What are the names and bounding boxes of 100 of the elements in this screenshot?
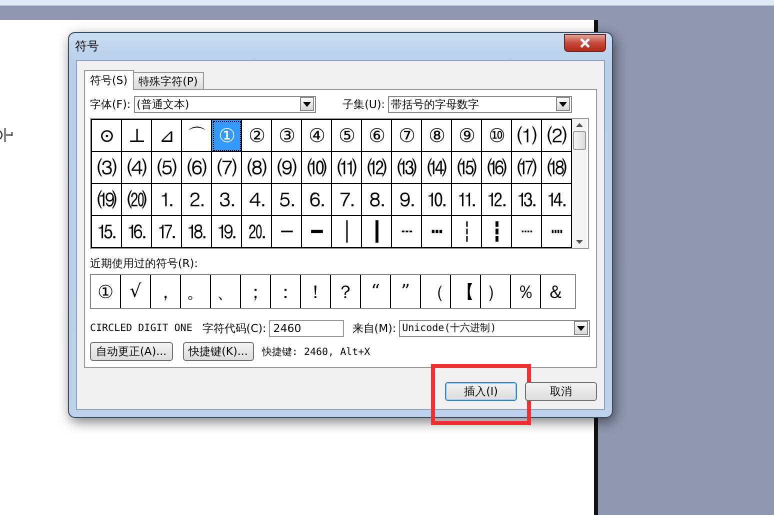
- symbol-cell[interactable]: ⑼: [272, 152, 302, 184]
- symbol-cell[interactable]: ⑦: [392, 120, 422, 152]
- recent-symbol-cell[interactable]: （: [421, 275, 451, 308]
- recent-symbol-cell[interactable]: ：: [271, 275, 301, 308]
- symbol-cell[interactable]: ⒊: [212, 184, 242, 216]
- symbol-cell[interactable]: ⒋: [242, 184, 272, 216]
- dialog-button[interactable]: 快捷键(K)...: [182, 342, 254, 361]
- symbol-cell[interactable]: ⑩: [482, 120, 512, 152]
- caret-icon: [302, 102, 311, 106]
- symbol-cell[interactable]: ⒀: [392, 152, 422, 184]
- symbol-cell[interactable]: ⒇: [122, 184, 152, 216]
- symbol-cell[interactable]: ⒃: [482, 152, 512, 184]
- symbol-cell[interactable]: ④: [302, 120, 332, 152]
- scroll-down-icon[interactable]: [576, 240, 583, 244]
- char-code-field[interactable]: 2460: [269, 320, 344, 336]
- caret-icon: [577, 326, 585, 330]
- symbol-cell[interactable]: ⒚: [212, 216, 242, 248]
- symbol-cell[interactable]: ⒘: [152, 216, 182, 248]
- symbol-cell[interactable]: ┆: [452, 216, 482, 248]
- char-code-label: 字符代码(C):: [202, 320, 266, 336]
- symbol-cell[interactable]: ⑾: [332, 152, 362, 184]
- symbol-cell[interactable]: ⒍: [302, 184, 332, 216]
- symbol-cell[interactable]: ⒌: [272, 184, 302, 216]
- symbol-cell[interactable]: ⑤: [332, 120, 362, 152]
- from-dropdown[interactable]: Unicode(十六进制): [399, 320, 590, 336]
- recent-symbol-cell[interactable]: 、: [211, 275, 241, 308]
- symbol-cell[interactable]: ┄: [392, 216, 422, 248]
- symbol-cell[interactable]: ⒖: [92, 216, 122, 248]
- symbol-cell[interactable]: ⑧: [422, 120, 452, 152]
- character-name: CIRCLED DIGIT ONE: [90, 322, 194, 334]
- symbol-cell[interactable]: ⒈: [152, 184, 182, 216]
- symbol-cell[interactable]: ┃: [362, 216, 392, 248]
- symbol-cell[interactable]: ⑷: [122, 152, 152, 184]
- font-label: 字体(F):: [90, 96, 131, 112]
- symbol-cell[interactable]: ⒄: [512, 152, 542, 184]
- symbol-cell[interactable]: ⑴: [512, 120, 542, 152]
- recent-symbol-cell[interactable]: ＆: [541, 275, 570, 308]
- symbol-cell[interactable]: ⑨: [452, 120, 482, 152]
- symbol-cell[interactable]: ⊥: [122, 120, 152, 152]
- scrollbar[interactable]: [572, 119, 587, 248]
- symbol-cell[interactable]: ⑽: [302, 152, 332, 184]
- scrollbar-thumb[interactable]: [573, 131, 586, 150]
- recent-symbol-cell[interactable]: ）: [481, 275, 511, 308]
- symbol-cell[interactable]: ⒁: [422, 152, 452, 184]
- symbol-cell[interactable]: ─: [272, 216, 302, 248]
- recent-symbol-cell[interactable]: √: [121, 275, 151, 308]
- symbol-cell[interactable]: ⒗: [122, 216, 152, 248]
- symbol-cell[interactable]: ⒎: [332, 184, 362, 216]
- symbol-cell[interactable]: ⒐: [392, 184, 422, 216]
- dialog-button[interactable]: 取消: [525, 382, 597, 401]
- recent-symbol-cell[interactable]: ①: [91, 275, 121, 308]
- symbol-cell[interactable]: ⑹: [182, 152, 212, 184]
- symbol-cell[interactable]: ⒏: [362, 184, 392, 216]
- symbol-cell[interactable]: ⑸: [152, 152, 182, 184]
- recent-symbol-cell[interactable]: ！: [301, 275, 331, 308]
- text-cursor-icon: [0, 127, 14, 143]
- symbol-cell[interactable]: ③: [272, 120, 302, 152]
- symbol-cell[interactable]: ⑥: [362, 120, 392, 152]
- tab[interactable]: 特殊字符(P): [132, 72, 204, 89]
- dialog-button[interactable]: 插入(I): [445, 382, 517, 401]
- symbol-cell[interactable]: ⑶: [92, 152, 122, 184]
- symbol-cell[interactable]: ⒒: [452, 184, 482, 216]
- symbol-cell[interactable]: ②: [242, 120, 272, 152]
- recent-symbol-cell[interactable]: 【: [451, 275, 481, 308]
- dialog-button[interactable]: 自动更正(A)...: [90, 342, 173, 361]
- tab[interactable]: 符号(S): [84, 70, 134, 90]
- symbol-cell[interactable]: ⒛: [242, 216, 272, 248]
- subset-dropdown[interactable]: 带括号的字母数字: [388, 96, 572, 112]
- recent-symbols-label: 近期使用过的符号(R):: [90, 256, 199, 271]
- symbol-cell[interactable]: ⒑: [422, 184, 452, 216]
- recent-symbol-cell[interactable]: ％: [511, 275, 541, 308]
- symbol-cell[interactable]: ⒔: [512, 184, 542, 216]
- symbol-cell[interactable]: ⒉: [182, 184, 212, 216]
- from-label: 来自(M):: [352, 320, 396, 336]
- recent-symbol-cell[interactable]: “: [361, 275, 391, 308]
- subset-label: 子集(U):: [342, 96, 385, 112]
- symbol-cell[interactable]: ⒆: [92, 184, 122, 216]
- symbol-cell[interactable]: ⑺: [212, 152, 242, 184]
- symbol-cell[interactable]: ⑿: [362, 152, 392, 184]
- symbol-cell[interactable]: ┈: [512, 216, 542, 248]
- close-icon: [579, 38, 591, 48]
- recent-symbol-cell[interactable]: ？: [331, 275, 361, 308]
- symbol-cell[interactable]: ⊙: [92, 120, 122, 152]
- recent-symbol-cell[interactable]: 。: [181, 275, 211, 308]
- symbol-cell[interactable]: ⒓: [482, 184, 512, 216]
- font-dropdown[interactable]: (普通文本): [134, 96, 316, 112]
- symbol-cell[interactable]: ┅: [422, 216, 452, 248]
- symbol-cell[interactable]: ⊿: [152, 120, 182, 152]
- close-button[interactable]: [564, 34, 606, 52]
- symbol-cell[interactable]: ⑻: [242, 152, 272, 184]
- symbol-cell[interactable]: ━: [302, 216, 332, 248]
- symbol-cell[interactable]: ⒙: [182, 216, 212, 248]
- scroll-up-icon[interactable]: [576, 123, 583, 127]
- window-title: 符号: [75, 38, 99, 55]
- recent-symbol-cell[interactable]: ，: [151, 275, 181, 308]
- symbol-cell[interactable]: ⒂: [452, 152, 482, 184]
- recent-symbol-cell[interactable]: ；: [241, 275, 271, 308]
- symbol-cell[interactable]: │: [332, 216, 362, 248]
- symbol-cell[interactable]: ┇: [482, 216, 512, 248]
- recent-symbol-cell[interactable]: ”: [391, 275, 421, 308]
